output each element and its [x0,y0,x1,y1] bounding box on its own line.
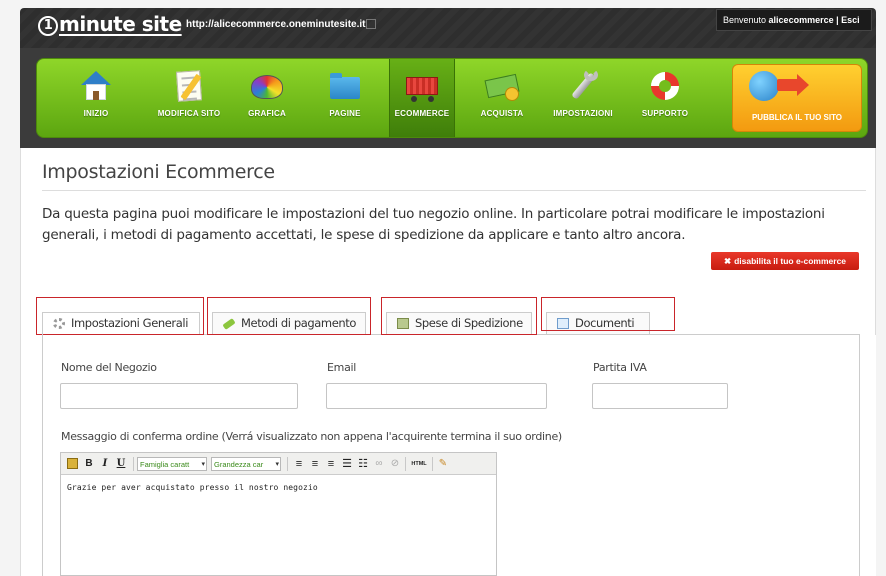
rich-text-editor[interactable]: B I U Famiglia caratt ▾ Grandezza car ▾ ≡ … [60,452,497,576]
palette-icon [251,75,283,99]
tab-label: Spese di Spedizione [415,316,523,330]
nav-label: PAGINE [329,109,361,118]
paste-icon[interactable] [67,458,78,469]
underline-button[interactable]: U [115,456,127,472]
email-input[interactable] [326,383,547,409]
font-family-value: Famiglia caratt [140,460,190,469]
nav-item-inizio[interactable]: INIZIO [71,59,121,137]
publish-site-button[interactable]: PUBBLICA IL TUO SITO [732,64,862,132]
shipping-icon [397,318,409,329]
pencil-icon [222,318,236,330]
numbered-list-icon[interactable]: ☷ [357,456,369,472]
toolbar-separator [432,457,433,471]
nav-item-pagine[interactable]: PAGINE [315,59,375,137]
chevron-down-icon: ▾ [201,461,205,468]
email-label: Email [327,361,357,374]
nav-item-supporto[interactable]: SUPPORTO [633,59,697,137]
external-link-icon[interactable] [366,19,376,29]
html-button[interactable]: HTML [410,456,428,472]
publish-label: PUBBLICA IL TUO SITO [751,113,843,122]
oneminutesite-logo[interactable]: 1 minute site [38,12,182,36]
align-right-icon[interactable]: ≡ [325,456,337,472]
italic-button[interactable]: I [99,456,111,472]
username: alicecommerce [768,15,834,25]
welcome-box: Benvenuto alicecommerce | Esci [716,9,872,31]
confirm-message-label: Messaggio di conferma ordine (Verrá visu… [61,430,562,443]
toolbar-separator [133,457,134,471]
toolbar-separator [287,457,288,471]
nav-item-modifica-sito[interactable]: MODIFICA SITO [149,59,229,137]
nav-label: IMPOSTAZIONI [553,109,613,118]
site-url-link[interactable]: http://alicecommerce.oneminutesite.it [186,19,366,30]
nav-item-grafica[interactable]: GRAFICA [237,59,297,137]
disable-ecommerce-label: disabilita il tuo e-commerce [734,256,847,266]
tab-label: Metodi di pagamento [241,316,357,330]
align-left-icon[interactable]: ≡ [293,456,305,472]
welcome-separator: | [833,15,842,25]
lifebuoy-icon [651,72,679,100]
nav-label: ECOMMERCE [394,109,450,118]
document-icon [557,318,569,329]
page-title: Impostazioni Ecommerce [42,161,275,183]
chevron-down-icon: ▾ [275,461,279,468]
folder-icon [330,73,360,99]
vat-input[interactable] [592,383,728,409]
vat-label: Partita IVA [593,361,647,374]
shop-name-label: Nome del Negozio [61,361,157,374]
welcome-prefix: Benvenuto [723,15,769,25]
shop-name-input[interactable] [60,383,298,409]
font-family-select[interactable]: Famiglia caratt ▾ [137,457,207,471]
bullet-list-icon[interactable]: ☰ [341,456,353,472]
tab-spese-spedizione[interactable]: Spese di Spedizione [386,312,532,334]
nav-label: SUPPORTO [641,109,689,118]
nav-label: GRAFICA [248,109,286,118]
unlink-icon[interactable]: ⊘ [389,456,401,472]
font-size-value: Grandezza car [214,460,264,469]
tab-impostazioni-generali[interactable]: Impostazioni Generali [42,312,200,335]
panel-edge [860,335,876,576]
nav-label: ACQUISTA [480,109,524,118]
home-icon [81,71,111,101]
gear-icon [53,318,65,329]
align-center-icon[interactable]: ≡ [309,456,321,472]
disable-ecommerce-button[interactable]: ✖ disabilita il tuo e-commerce [711,252,859,270]
logo-text: minute site [59,12,182,36]
logout-link[interactable]: Esci [841,15,860,25]
editor-content[interactable]: Grazie per aver acquistato presso il nos… [67,483,318,492]
nav-label: MODIFICA SITO [157,109,221,118]
nav-item-impostazioni[interactable]: IMPOSTAZIONI [545,59,621,137]
editor-toolbar: B I U Famiglia caratt ▾ Grandezza car ▾ ≡ … [61,453,496,475]
globe-arrow-icon [733,65,861,109]
nav-item-acquista[interactable]: ACQUISTA [467,59,537,137]
font-size-select[interactable]: Grandezza car ▾ [211,457,281,471]
link-icon[interactable]: ∞ [373,456,385,472]
nav-label: INIZIO [83,109,109,118]
title-divider [42,190,866,191]
tab-label: Documenti [575,316,635,330]
nav-item-ecommerce[interactable]: ECOMMERCE [389,59,455,137]
page-intro: Da questa pagina puoi modificare le impo… [42,206,825,243]
toolbar-separator [405,457,406,471]
tab-label: Impostazioni Generali [71,316,188,330]
tab-documenti[interactable]: Documenti [546,312,650,334]
close-icon: ✖ [723,256,732,266]
tab-metodi-pagamento[interactable]: Metodi di pagamento [212,312,366,334]
insert-link-icon[interactable]: ✎ [437,456,449,472]
bold-button[interactable]: B [83,456,95,472]
logo-digit: 1 [38,16,58,36]
